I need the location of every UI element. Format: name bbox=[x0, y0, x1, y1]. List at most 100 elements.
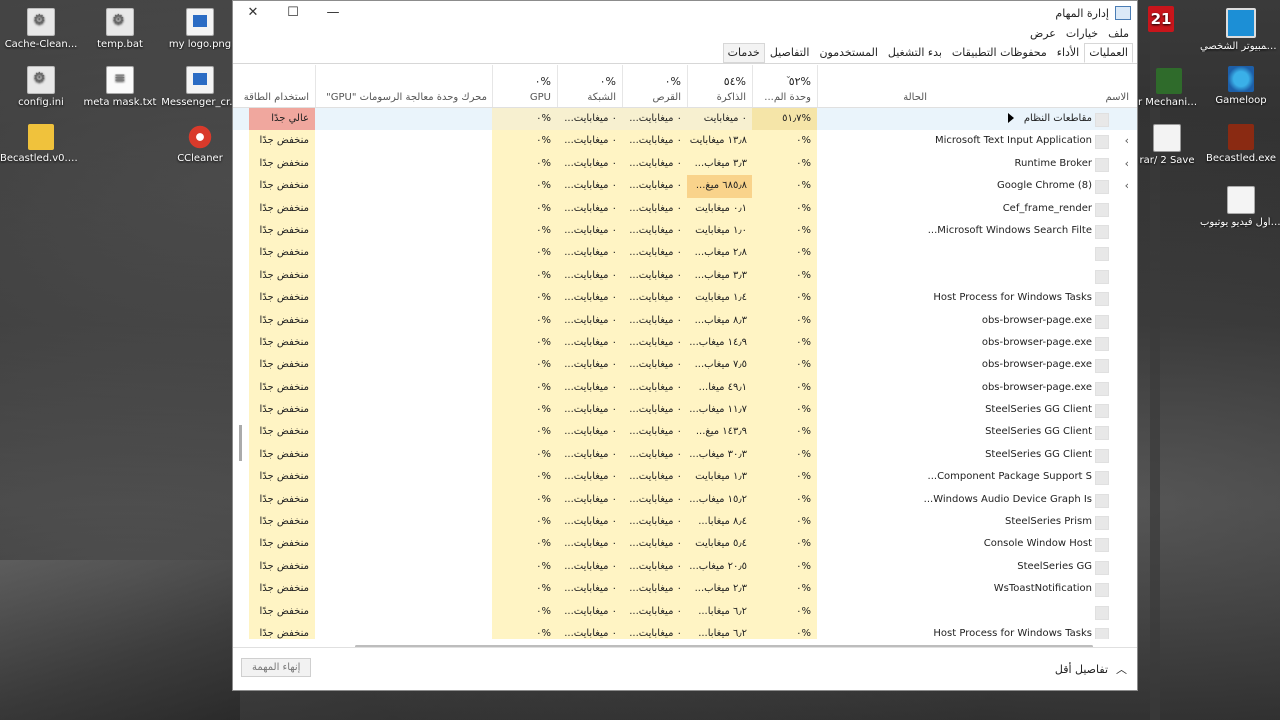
desktop-icon-messenger[interactable]: Messenger_cr... bbox=[159, 66, 241, 108]
desktop-icon-this-pc[interactable]: هذا الكمبيوتر الشخصي bbox=[1200, 8, 1280, 52]
column-memory[interactable]: %٥٤ الذاكرة bbox=[687, 65, 752, 107]
column-gpu-engine[interactable]: محرك وحدة معالجة الرسومات "GPU" bbox=[315, 65, 492, 107]
table-row[interactable]: %٠ ٦٫٢ ميغابا... ٠ ميغابايت... ٠ ميغابايت..… bbox=[233, 600, 1137, 623]
desktop-icon-my-logo[interactable]: my logo.png bbox=[159, 8, 241, 50]
expand-chevron-icon[interactable] bbox=[1117, 265, 1129, 287]
expand-chevron-icon[interactable] bbox=[1117, 198, 1129, 220]
tab-startup[interactable]: بدء التشغيل bbox=[883, 43, 947, 63]
process-name: Cef_frame_render bbox=[1002, 202, 1092, 214]
table-row[interactable]: Console Window Host %٠ ٥٫٤ ميغابايت ٠ ميغاب… bbox=[233, 533, 1137, 556]
desktop-icon-21[interactable]: 21 bbox=[1138, 6, 1184, 35]
expand-chevron-icon[interactable]: › bbox=[1117, 130, 1129, 152]
table-row[interactable]: %٠ ٣٫٣ ميغاب... ٠ ميغابايت... ٠ ميغابايت...… bbox=[233, 264, 1137, 288]
tab-users[interactable]: المستخدمون bbox=[814, 43, 882, 63]
desktop-icon-becastled-exe[interactable]: Becastled.exe bbox=[1200, 124, 1280, 164]
network-value: ٠ ميغابايت... bbox=[557, 130, 622, 153]
desktop-icon-temp-bat[interactable]: temp.bat bbox=[79, 8, 161, 50]
tab-services[interactable]: خدمات bbox=[722, 43, 765, 63]
expand-chevron-icon[interactable] bbox=[1117, 377, 1129, 399]
expand-chevron-icon[interactable] bbox=[1117, 399, 1129, 421]
desktop-icon-ccleaner[interactable]: CCleaner bbox=[159, 124, 241, 164]
table-row[interactable]: Host Process for Windows Tasks %٠ ١٫٤ ميغا… bbox=[233, 287, 1137, 310]
column-gpu[interactable]: %٠ GPU bbox=[492, 65, 557, 107]
cpu-value: %٠ bbox=[752, 600, 817, 623]
desktop-icon-becastled-folder[interactable]: Becastled.v0.9... bbox=[0, 124, 82, 164]
desktop-icon-meta-mask[interactable]: meta mask.txt bbox=[79, 66, 161, 108]
expand-chevron-icon[interactable] bbox=[1117, 533, 1129, 555]
memory-value: ٢٫٨ ميغاب... bbox=[687, 242, 752, 265]
expand-chevron-icon[interactable] bbox=[1117, 556, 1129, 578]
table-row[interactable]: SteelSeries GG Client %٠ ٣٠٫٣ ميغاب... ٠ مي… bbox=[233, 443, 1137, 467]
column-power-usage[interactable]: استخدام الطاقة bbox=[233, 65, 315, 107]
expand-chevron-icon[interactable] bbox=[1117, 421, 1129, 443]
expand-chevron-icon[interactable] bbox=[1117, 354, 1129, 376]
expand-chevron-icon[interactable] bbox=[1117, 220, 1129, 242]
expand-chevron-icon[interactable] bbox=[1117, 466, 1129, 488]
table-row[interactable]: Cef_frame_renderمتوقف مؤقتًا%٠٠٫١ ميغابا… bbox=[233, 197, 1137, 220]
expand-chevron-icon[interactable] bbox=[1117, 287, 1129, 309]
close-button[interactable]: ✕ bbox=[233, 1, 273, 25]
expand-chevron-icon[interactable] bbox=[1117, 310, 1129, 332]
tab-app-history[interactable]: محفوظات التطبيقات bbox=[947, 43, 1052, 63]
cpu-value: %٠ bbox=[752, 175, 817, 198]
desktop-icon-video[interactable]: أول فيديو يوتيوب.mov bbox=[1200, 186, 1280, 228]
table-row[interactable]: › Runtime Broker %٠ ٣٫٣ ميغاب... ٠ ميغابايت.… bbox=[233, 152, 1137, 176]
vertical-scrollbar[interactable] bbox=[239, 425, 242, 461]
expand-chevron-icon[interactable] bbox=[1117, 332, 1129, 354]
tab-processes[interactable]: العمليات bbox=[1084, 43, 1133, 63]
fewer-details-button[interactable]: ︿ تفاصيل أقل bbox=[1055, 661, 1127, 677]
table-row[interactable]: SteelSeries GG %٠ ٢٠٫٥ ميغاب... ٠ ميغابايت.… bbox=[233, 555, 1137, 579]
column-cpu[interactable]: ⌄ %٥٢ وحدة الم... bbox=[752, 65, 817, 107]
table-row[interactable]: %٠ ٢٫٨ ميغاب... ٠ ميغابايت... ٠ ميغابايت...… bbox=[233, 242, 1137, 265]
table-row[interactable]: SteelSeries GG Client %٠ ١٤٣٫٩ ميغ... ٠ ميغ… bbox=[233, 421, 1137, 444]
table-row[interactable]: Host Process for Windows Tasks %٠ ٦٫٢ ميغا… bbox=[233, 622, 1137, 639]
end-task-button[interactable]: إنهاء المهمة bbox=[241, 658, 312, 677]
gpu-value: %٠ bbox=[492, 600, 557, 623]
table-row[interactable]: obs-browser-page.exe %٠ ١٤٫٩ ميغاب... ٠ ميغ… bbox=[233, 331, 1137, 355]
maximize-button[interactable]: ☐ bbox=[273, 1, 313, 25]
desktop-icon-save[interactable]: rar/ 2 Save bbox=[1138, 124, 1196, 166]
expand-chevron-icon[interactable] bbox=[1117, 444, 1129, 466]
desktop-icon-gameloop[interactable]: Gameloop bbox=[1200, 66, 1280, 106]
table-row[interactable]: Microsoft Windows Search Filte... %٠ ١٫٠ م… bbox=[233, 219, 1137, 243]
table-row[interactable]: › Google Chrome (8) %٠ ٦٨٥٫٨ ميغ... ٠ ميغابا… bbox=[233, 175, 1137, 198]
power-usage-value: منخفض جدًا bbox=[249, 421, 315, 444]
tab-details[interactable]: التفاصيل bbox=[765, 43, 815, 63]
column-disk[interactable]: %٠ القرص bbox=[622, 65, 687, 107]
desktop-icon-config-ini[interactable]: config.ini bbox=[0, 66, 82, 108]
network-value: ٠ ميغابايت... bbox=[557, 555, 622, 579]
cpu-value: %٠ bbox=[752, 399, 817, 422]
column-name[interactable]: الاسم bbox=[817, 65, 1137, 107]
menu-file[interactable]: ملف bbox=[1108, 27, 1129, 43]
memory-value: ٢٠٫٥ ميغاب... bbox=[687, 555, 752, 579]
desktop-icon-car-mechanic[interactable]: r Mechanic mulator 2... bbox=[1138, 68, 1200, 108]
expand-chevron-icon[interactable] bbox=[1117, 511, 1129, 533]
minimize-button[interactable]: — bbox=[313, 1, 353, 25]
expand-chevron-icon[interactable]: › bbox=[1117, 175, 1129, 197]
expand-chevron-icon[interactable] bbox=[1117, 623, 1129, 639]
table-row[interactable]: SteelSeries GG Client %٠ ١١٫٧ ميغاب... ٠ مي… bbox=[233, 399, 1137, 422]
desktop-icon-cache-clean[interactable]: Cache-Clean... bbox=[0, 8, 82, 50]
table-row[interactable]: obs-browser-page.exe %٠ ٧٫٥ ميغاب... ٠ ميغا… bbox=[233, 354, 1137, 377]
expand-chevron-icon[interactable] bbox=[1117, 601, 1129, 623]
expand-chevron-icon[interactable] bbox=[1117, 578, 1129, 600]
table-row[interactable]: Component Package Support S... %٠ ١٫٣ ميغا… bbox=[233, 466, 1137, 489]
expand-chevron-icon[interactable]: › bbox=[1117, 153, 1129, 175]
table-row[interactable]: obs-browser-page.exe %٠ ٨٫٣ ميغاب... ٠ ميغا… bbox=[233, 309, 1137, 332]
table-row[interactable]: obs-browser-page.exe %٠ ٤٩٫١ ميغا... ٠ ميغا… bbox=[233, 376, 1137, 400]
table-row[interactable]: › Microsoft Text Input Application %٠ ١٣٫٨ … bbox=[233, 130, 1137, 153]
table-row[interactable]: مقاطعات النظام %٥١٫٧ ٠ ميغابايت ٠ ميغابايت.… bbox=[233, 108, 1137, 131]
table-row[interactable]: Windows Audio Device Graph Is... %٠ ١٥٫٢ م… bbox=[233, 488, 1137, 512]
gpu-value: %٠ bbox=[492, 197, 557, 220]
menu-options[interactable]: خيارات bbox=[1066, 27, 1098, 43]
tab-performance[interactable]: الأداء bbox=[1052, 43, 1084, 63]
expand-chevron-icon[interactable] bbox=[1117, 108, 1129, 131]
table-row[interactable]: SteelSeries Prism %٠ ٨٫٤ ميغابا... ٠ ميغابا… bbox=[233, 511, 1137, 534]
cpu-value: %٠ bbox=[752, 264, 817, 288]
column-network[interactable]: %٠ الشبكة bbox=[557, 65, 622, 107]
menu-view[interactable]: عرض bbox=[1030, 27, 1056, 43]
expand-chevron-icon[interactable] bbox=[1117, 242, 1129, 264]
cpu-value: %٠ bbox=[752, 443, 817, 467]
table-row[interactable]: WsToastNotification %٠ ٢٫٣ ميغاب... ٠ ميغاب… bbox=[233, 578, 1137, 601]
expand-chevron-icon[interactable] bbox=[1117, 489, 1129, 511]
